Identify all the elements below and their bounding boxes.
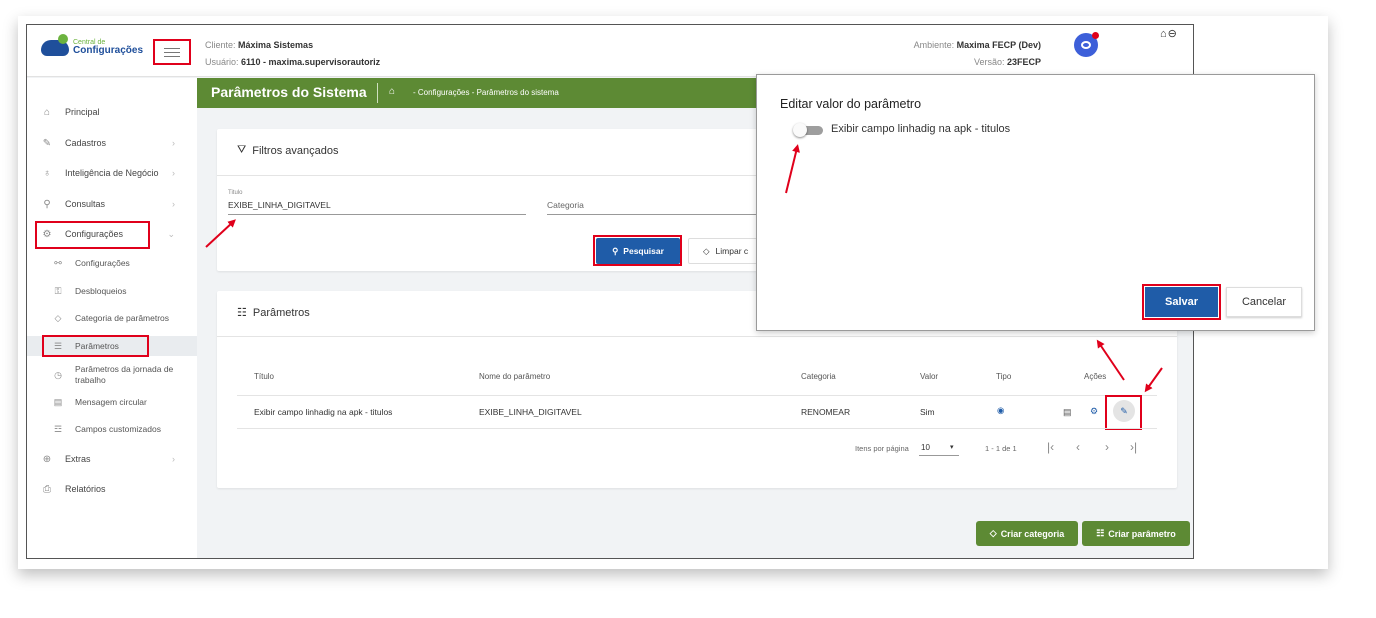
chat-avatar-button[interactable] bbox=[1074, 32, 1099, 57]
toggle-thumb bbox=[793, 123, 807, 137]
create-parameter-button[interactable]: ☷ Criar parâmetro bbox=[1082, 521, 1190, 546]
col-tipo[interactable]: Tipo bbox=[996, 372, 1011, 381]
logo-title: Configurações bbox=[73, 45, 144, 56]
next-page-icon[interactable]: › bbox=[1105, 440, 1109, 454]
col-valor[interactable]: Valor bbox=[920, 372, 938, 381]
home-icon: ⌂ bbox=[43, 106, 51, 118]
chevron-right-icon: › bbox=[172, 138, 175, 148]
list-icon: ☷ bbox=[237, 307, 247, 319]
last-page-icon[interactable]: ›| bbox=[1130, 440, 1137, 454]
parameters-heading: Parâmetros bbox=[252, 306, 310, 319]
filters-heading: Filtros avançados bbox=[252, 144, 339, 157]
user-name: 6110 - maxima.supervisorautoriz bbox=[241, 57, 381, 67]
client-info: Cliente: Máxima Sistemas Usuário: 6110 -… bbox=[205, 40, 381, 67]
first-page-icon[interactable]: |‹ bbox=[1047, 440, 1054, 454]
sidebar-item-inteligencia[interactable]: ♁ Inteligência de Negócio › bbox=[27, 161, 197, 185]
eraser-icon: ◇ bbox=[703, 245, 710, 256]
edit-icon: ✎ bbox=[42, 137, 52, 149]
sidebar-item-cadastros[interactable]: ✎ Cadastros › bbox=[27, 131, 197, 155]
highlight-configuracoes bbox=[35, 221, 150, 249]
sidebar-item-principal[interactable]: ⌂ Principal bbox=[27, 100, 197, 124]
sidebar-sub-configuracoes[interactable]: ⚯ Configurações bbox=[27, 256, 197, 270]
sidebar-sub-desbloqueios[interactable]: ⚿ Desbloqueios bbox=[27, 284, 197, 298]
modal-title: Editar valor do parâmetro bbox=[780, 97, 922, 111]
settings-action-icon[interactable]: ⚙ bbox=[1090, 406, 1098, 417]
version-value: 23FECP bbox=[1006, 57, 1041, 67]
page-size-select[interactable]: 10 bbox=[921, 443, 930, 452]
cloud-logo-icon bbox=[41, 33, 69, 56]
tag-icon: ◇ bbox=[989, 528, 997, 538]
highlight-parametros bbox=[42, 335, 149, 357]
title-field-label: Titulo bbox=[228, 190, 243, 196]
create-category-button[interactable]: ◇ Criar categoria bbox=[976, 521, 1078, 546]
gear-logo-icon bbox=[58, 33, 68, 44]
cell-categoria: RENOMEAR bbox=[801, 407, 851, 417]
sidebar-sub-mensagem[interactable]: ▤ Mensagem circular bbox=[27, 395, 197, 409]
search-icon: ⚲ bbox=[43, 198, 51, 210]
col-nome[interactable]: Nome do parâmetro bbox=[479, 372, 550, 381]
cell-titulo: Exibir campo linhadig na apk - titulos bbox=[254, 407, 393, 417]
environment-info: Ambiente: Maxima FECP (Dev) Versão: 23FE… bbox=[913, 40, 1041, 67]
category-field[interactable]: Categoria bbox=[547, 200, 584, 210]
client-name: Máxima Sistemas bbox=[238, 40, 314, 50]
sidebar-item-consultas[interactable]: ⚲ Consultas › bbox=[27, 192, 197, 216]
chat-icon bbox=[1081, 41, 1091, 49]
sidebar-sub-campos[interactable]: ☲ Campos customizados bbox=[27, 422, 197, 436]
lock-icon: ⚿ bbox=[54, 285, 62, 296]
page-title: Parâmetros do Sistema bbox=[211, 84, 367, 100]
cell-valor: Sim bbox=[920, 407, 935, 417]
cell-nome: EXIBE_LINHA_DIGITAVEL bbox=[479, 407, 582, 417]
title-field-underline bbox=[228, 214, 526, 215]
dropdown-arrow-icon[interactable]: ▾ bbox=[950, 443, 954, 451]
clock-icon: ◷ bbox=[54, 369, 62, 380]
breadcrumb: - Configurações - Parâmetros do sistema bbox=[413, 88, 559, 97]
title-field-value[interactable]: EXIBE_LINHA_DIGITAVEL bbox=[228, 200, 331, 210]
chevron-right-icon: › bbox=[172, 168, 175, 178]
environment-name: Maxima FECP (Dev) bbox=[956, 40, 1041, 50]
sidebar-item-relatorios[interactable]: ⎙ Relatórios bbox=[27, 477, 197, 501]
prev-page-icon[interactable]: ‹ bbox=[1076, 440, 1080, 454]
hamburger-menu-button[interactable] bbox=[153, 39, 191, 65]
top-header: Central de Configurações Cliente: Máxima… bbox=[27, 25, 1193, 77]
chevron-right-icon: › bbox=[172, 199, 175, 209]
hamburger-icon bbox=[164, 47, 180, 49]
sidebar-item-extras[interactable]: ⊕ Extras › bbox=[27, 447, 197, 471]
list-icon: ☷ bbox=[1096, 528, 1105, 538]
sidebar-sub-categoria[interactable]: ◇ Categoria de parâmetros bbox=[27, 311, 197, 325]
sidebar: ⌂ Principal ✎ Cadastros › ♁ Inteligência… bbox=[27, 78, 197, 558]
chevron-right-icon: › bbox=[172, 454, 175, 464]
page-range: 1 - 1 de 1 bbox=[985, 444, 1017, 453]
printer-icon: ⎙ bbox=[43, 483, 51, 495]
category-field-underline bbox=[547, 214, 757, 215]
fields-icon: ☲ bbox=[53, 423, 63, 434]
nodes-icon: ⚯ bbox=[54, 257, 62, 268]
notification-dot bbox=[1092, 32, 1099, 39]
value-toggle[interactable] bbox=[793, 123, 823, 137]
edit-parameter-modal: Editar valor do parâmetro Exibir campo l… bbox=[756, 74, 1315, 331]
globe-icon: ◉ bbox=[997, 405, 1005, 415]
text-action-icon[interactable]: ▤ bbox=[1063, 407, 1072, 418]
chevron-down-icon: ⌄ bbox=[167, 228, 175, 239]
app-logo[interactable]: Central de Configurações bbox=[41, 33, 144, 56]
toggle-label: Exibir campo linhadig na apk - titulos bbox=[831, 123, 1011, 135]
message-icon: ▤ bbox=[53, 396, 63, 407]
cancel-button[interactable]: Cancelar bbox=[1226, 287, 1302, 317]
tag-icon: ◇ bbox=[54, 312, 62, 323]
breadcrumb-home-icon[interactable]: ⌂ bbox=[389, 86, 395, 97]
sidebar-sub-jornada[interactable]: ◷ Parâmetros da jornada de trabalho bbox=[27, 362, 197, 388]
items-per-page-label: Itens por página bbox=[855, 444, 909, 453]
title-divider bbox=[377, 83, 378, 103]
col-categoria[interactable]: Categoria bbox=[801, 372, 836, 381]
col-acoes: Ações bbox=[1084, 372, 1107, 381]
screenshot-stage: Central de Configurações Cliente: Máxima… bbox=[0, 0, 1376, 618]
home-logout-icons[interactable]: ⌂⊖ bbox=[1160, 27, 1178, 40]
highlight-search-button bbox=[593, 235, 682, 266]
col-titulo[interactable]: Título bbox=[254, 372, 274, 381]
bulb-icon: ♁ bbox=[43, 167, 51, 179]
plus-circle-icon: ⊕ bbox=[42, 453, 52, 465]
filter-icon: ⛛ bbox=[237, 144, 247, 156]
highlight-edit-button bbox=[1105, 395, 1142, 430]
highlight-save-button bbox=[1142, 284, 1221, 320]
